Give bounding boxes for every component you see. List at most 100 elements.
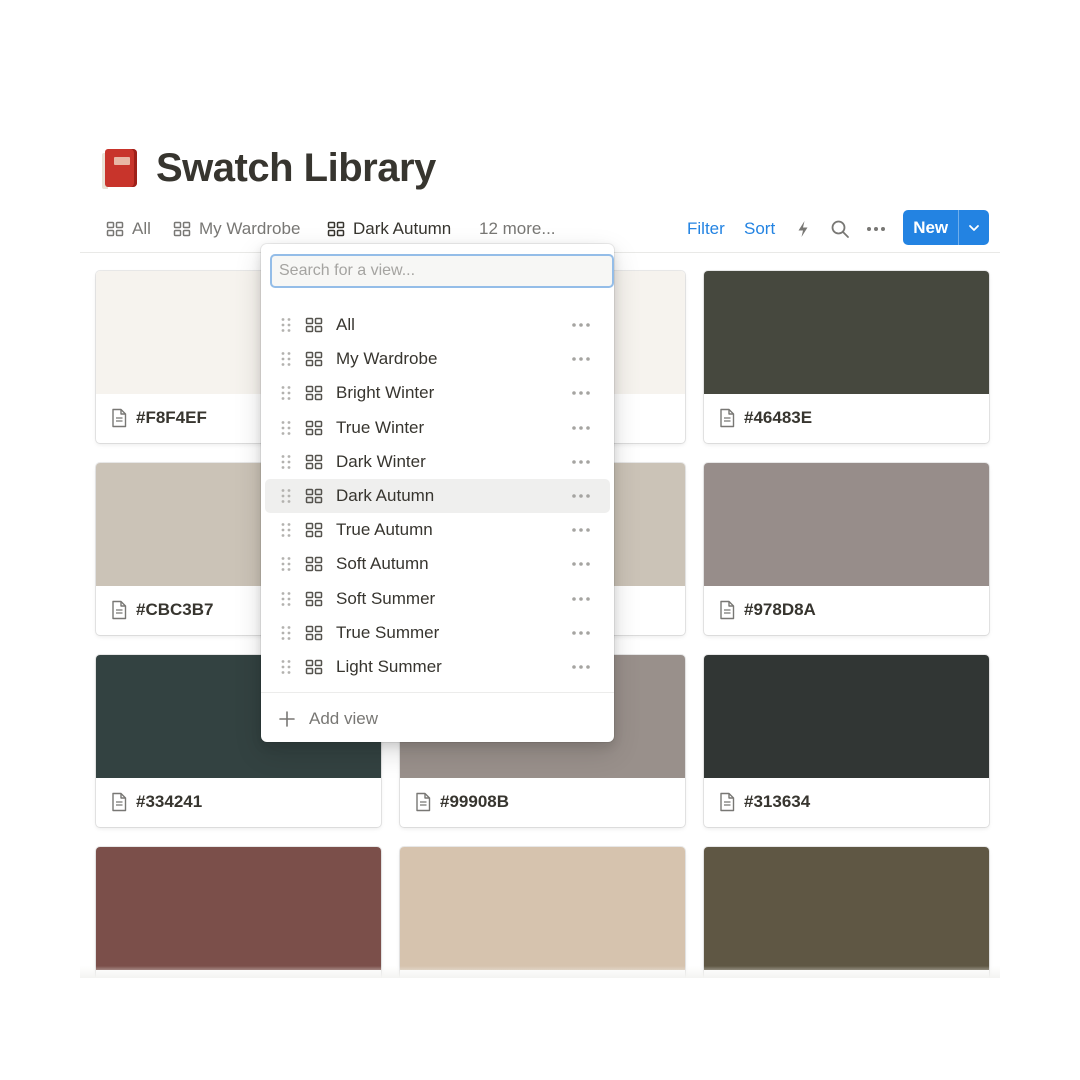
lightning-icon[interactable] [792, 218, 814, 240]
grid-icon [305, 454, 323, 470]
grid-icon [106, 221, 124, 237]
view-menu-item[interactable]: True Winter [265, 411, 610, 445]
filter-button[interactable]: Filter [687, 208, 725, 250]
view-menu-item-label: Dark Winter [336, 451, 426, 471]
view-menu-item[interactable]: Light Summer [265, 650, 610, 684]
view-menu-item[interactable]: Dark Winter [265, 445, 610, 479]
view-menu-item[interactable]: Soft Autumn [265, 547, 610, 581]
add-view-button[interactable]: Add view [277, 702, 378, 736]
card-title: #978D8A [744, 600, 816, 619]
drag-handle-icon[interactable] [280, 659, 292, 675]
page-title[interactable]: Swatch Library [156, 146, 436, 191]
chevron-down-icon [969, 224, 980, 231]
grid-icon [305, 591, 323, 606]
drag-handle-icon[interactable] [280, 625, 292, 641]
gallery-card[interactable] [96, 847, 381, 978]
new-button[interactable]: New [903, 210, 989, 245]
drag-handle-icon[interactable] [280, 420, 292, 436]
view-menu-item[interactable]: True Autumn [265, 513, 610, 547]
card-color-swatch [704, 463, 989, 586]
drag-handle-icon[interactable] [280, 591, 292, 607]
card-title: #334241 [136, 792, 203, 811]
view-menu-item[interactable]: Dark Autumn [265, 479, 610, 513]
more-horizontal-icon[interactable] [570, 556, 592, 572]
more-horizontal-icon[interactable] [570, 420, 592, 436]
more-horizontal-icon[interactable] [570, 317, 592, 333]
more-horizontal-icon[interactable] [570, 454, 592, 470]
grid-icon [305, 557, 323, 572]
grid-icon [305, 625, 323, 641]
gallery-card[interactable]: #978D8A [704, 463, 989, 635]
page-icon [720, 600, 735, 620]
page-header: Swatch Library [102, 142, 436, 194]
card-title: #46483E [744, 408, 813, 427]
card-title-row: #99908B [414, 789, 509, 815]
view-menu-item-label: Dark Autumn [336, 486, 435, 505]
drag-handle-icon[interactable] [280, 454, 292, 470]
page-icon [112, 600, 127, 620]
gallery-card[interactable] [400, 847, 685, 978]
tab-label: All [132, 219, 151, 238]
sort-button[interactable]: Sort [744, 208, 775, 250]
card-title-row: #334241 [110, 789, 202, 815]
drag-handle-icon[interactable] [280, 488, 292, 504]
view-menu-item-label: Soft Autumn [336, 554, 429, 574]
view-menu-item[interactable]: Soft Summer [265, 582, 610, 616]
card-color-swatch [400, 847, 685, 970]
gallery-card[interactable]: #46483E [704, 271, 989, 443]
view-menu-item-label: True Autumn [336, 520, 433, 540]
tab-label: My Wardrobe [199, 219, 301, 238]
tab-label: Dark Autumn [353, 219, 452, 238]
tab-all[interactable]: All [106, 208, 151, 250]
view-search-input[interactable] [270, 254, 614, 288]
grid-icon [305, 659, 323, 675]
view-menu-item[interactable]: My Wardrobe [265, 342, 610, 376]
more-horizontal-icon[interactable] [570, 591, 592, 607]
grid-icon [305, 351, 323, 367]
grid-icon [305, 420, 323, 435]
more-horizontal-icon[interactable] [570, 385, 592, 401]
page-icon [416, 792, 431, 812]
drag-handle-icon[interactable] [280, 317, 292, 333]
view-menu-item[interactable]: Bright Winter [265, 376, 610, 410]
view-menu-item-label: All [336, 315, 355, 334]
tab-label: 12 more... [479, 219, 556, 238]
drag-handle-icon[interactable] [280, 522, 292, 538]
page-icon [112, 792, 127, 812]
more-horizontal-icon[interactable] [570, 522, 592, 538]
gallery-card[interactable]: #313634 [704, 655, 989, 827]
search-icon[interactable] [829, 218, 851, 240]
card-color-swatch [96, 847, 381, 970]
card-title: #99908B [440, 792, 510, 811]
grid-icon [305, 488, 323, 504]
grid-icon [305, 317, 323, 333]
card-title-row: #313634 [718, 789, 810, 815]
view-menu-item[interactable]: All [265, 308, 610, 342]
view-menu-item-label: True Winter [336, 417, 425, 437]
card-color-swatch [704, 271, 989, 394]
page-icon [720, 792, 735, 812]
more-horizontal-icon[interactable] [570, 659, 592, 675]
new-dropdown-button[interactable] [958, 210, 989, 245]
page-icon [112, 408, 127, 428]
more-horizontal-icon[interactable] [570, 351, 592, 367]
card-title: #313634 [744, 792, 811, 811]
more-horizontal-icon[interactable] [865, 218, 887, 240]
card-title-row: #46483E [718, 405, 812, 431]
grid-icon [305, 386, 323, 401]
view-menu-item[interactable]: True Summer [265, 616, 610, 650]
drag-handle-icon[interactable] [280, 556, 292, 572]
red-book-icon[interactable] [102, 147, 140, 189]
new-button-label[interactable]: New [903, 210, 958, 245]
gallery-card[interactable] [704, 847, 989, 978]
more-horizontal-icon[interactable] [570, 625, 592, 641]
add-view-label: Add view [309, 709, 378, 728]
drag-handle-icon[interactable] [280, 385, 292, 401]
more-horizontal-icon[interactable] [570, 488, 592, 504]
view-menu-item-label: Soft Summer [336, 588, 436, 608]
grid-icon [173, 221, 191, 237]
drag-handle-icon[interactable] [280, 351, 292, 367]
card-title: #CBC3B7 [136, 600, 214, 619]
view-menu-item-label: My Wardrobe [336, 349, 438, 369]
card-title-row: #F8F4EF [110, 405, 207, 431]
